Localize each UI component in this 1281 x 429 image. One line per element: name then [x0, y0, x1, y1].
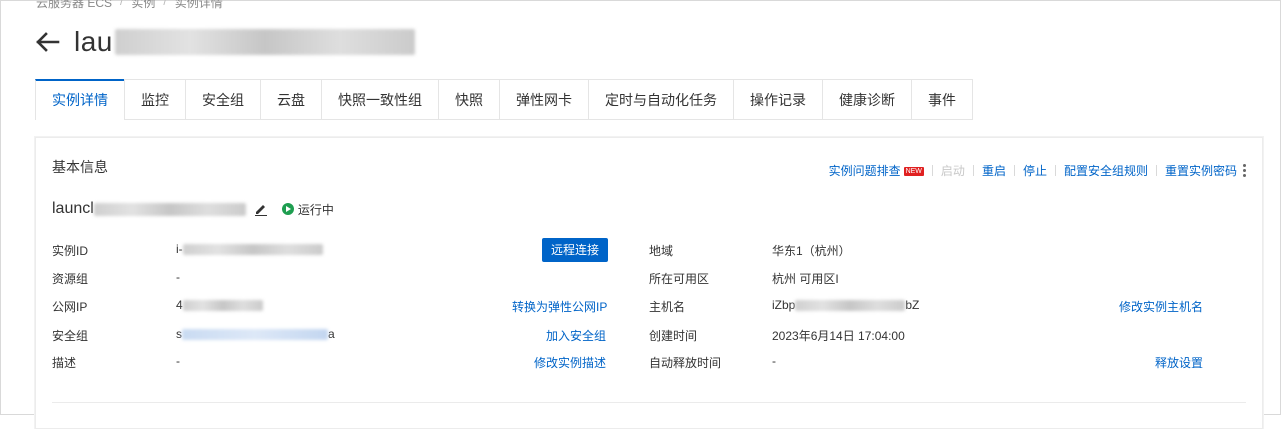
breadcrumb-item[interactable]: 云服务器 ECS	[36, 0, 112, 11]
hostname-value: iZbp bZ	[772, 298, 919, 312]
breadcrumb: 云服务器 ECS / 实例 / 实例详情	[36, 0, 223, 11]
hostname-prefix: iZbp	[772, 298, 796, 312]
auto-release-value: -	[772, 354, 776, 368]
public-ip-value: 4	[176, 298, 263, 312]
resource-group-value: -	[176, 270, 180, 284]
running-status-icon	[281, 203, 294, 215]
status-badge: 运行中	[281, 201, 334, 218]
remote-connect-button[interactable]: 远程连接	[542, 238, 608, 262]
convert-to-eip-link[interactable]: 转换为弹性公网IP	[512, 298, 607, 315]
edit-description-link[interactable]: 修改实例描述	[534, 354, 606, 371]
troubleshoot-label: 实例问题排查	[828, 164, 901, 178]
tab-snapshot-consistency-groups[interactable]: 快照一致性组	[321, 79, 438, 119]
breadcrumb-item[interactable]: 实例	[131, 0, 155, 11]
tab-operation-logs[interactable]: 操作记录	[733, 79, 822, 119]
release-settings-link[interactable]: 释放设置	[1155, 354, 1203, 371]
tab-monitoring[interactable]: 监控	[124, 79, 185, 119]
start-button: 启动	[940, 164, 965, 178]
more-vertical-icon[interactable]	[1243, 164, 1246, 177]
tab-bar: 实例详情 监控 安全组 云盘 快照一致性组 快照 弹性网卡 定时与自动化任务 操…	[35, 79, 973, 120]
divider	[931, 165, 933, 176]
breadcrumb-separator: /	[163, 0, 167, 8]
join-security-group-link[interactable]: 加入安全组	[546, 327, 606, 344]
action-bar: 实例问题排查 NEW 启动 重启 停止 配置安全组规则 重置实例密码	[829, 162, 1246, 179]
zone-value: 杭州 可用区I	[772, 272, 839, 286]
edit-pencil-icon[interactable]	[254, 202, 268, 216]
zone-label: 所在可用区	[649, 272, 710, 286]
section-title: 基本信息	[52, 159, 108, 175]
tab-security-groups[interactable]: 安全组	[185, 79, 260, 119]
tab-scheduled-tasks[interactable]: 定时与自动化任务	[588, 79, 733, 119]
troubleshoot-link[interactable]: 实例问题排查 NEW	[829, 162, 924, 179]
instance-name-row: launcl 运行中	[52, 200, 334, 218]
breadcrumb-item: 实例详情	[174, 0, 223, 10]
breadcrumb-separator: /	[120, 0, 124, 8]
resource-group-label: 资源组	[52, 272, 89, 286]
redacted-instance-id	[182, 244, 323, 256]
security-group-label: 安全组	[52, 329, 89, 343]
hostname-label: 主机名	[649, 300, 686, 314]
tab-snapshots[interactable]: 快照	[438, 79, 499, 119]
tab-events[interactable]: 事件	[911, 79, 973, 119]
redacted-instance-name	[93, 202, 246, 216]
tab-instance-details[interactable]: 实例详情	[35, 79, 124, 120]
page-title: lau	[74, 26, 113, 57]
redacted-security-group	[182, 329, 328, 341]
tab-disks[interactable]: 云盘	[260, 79, 321, 119]
tab-health-diagnosis[interactable]: 健康诊断	[822, 79, 911, 119]
new-badge: NEW	[903, 167, 924, 177]
instance-id-prefix: i-	[176, 242, 183, 256]
edit-hostname-link[interactable]: 修改实例主机名	[1119, 298, 1203, 315]
back-arrow-icon[interactable]	[34, 30, 64, 54]
security-group-suffix: a	[328, 327, 335, 341]
divider	[972, 165, 974, 176]
region-label: 地域	[649, 244, 674, 258]
section-divider	[52, 402, 1246, 403]
configure-sg-rules-link[interactable]: 配置安全组规则	[1064, 162, 1148, 179]
stop-button[interactable]: 停止	[1023, 162, 1047, 179]
public-ip-label: 公网IP	[52, 300, 88, 314]
hostname-suffix: bZ	[905, 298, 920, 312]
description-label: 描述	[52, 356, 77, 370]
status-text: 运行中	[297, 202, 334, 217]
basic-info-panel: 基本信息 实例问题排查 NEW 启动 重启 停止 配置安全组规则 重置实例密码 l…	[35, 137, 1263, 429]
instance-id-label: 实例ID	[52, 244, 89, 258]
description-value: -	[176, 354, 180, 368]
region-value: 华东1（杭州）	[772, 244, 851, 258]
created-time-value: 2023年6月14日 17:04:00	[772, 329, 905, 343]
redacted-title	[114, 29, 415, 55]
divider	[1155, 165, 1157, 176]
tab-eni[interactable]: 弹性网卡	[499, 79, 588, 119]
auto-release-label: 自动释放时间	[649, 356, 722, 370]
divider	[1013, 165, 1015, 176]
redacted-public-ip	[182, 300, 263, 312]
divider	[1054, 165, 1056, 176]
instance-id-value: i-	[176, 242, 323, 256]
security-group-value[interactable]: sa	[176, 327, 335, 341]
redacted-hostname	[795, 300, 906, 312]
public-ip-prefix: 4	[176, 298, 183, 312]
reset-password-link[interactable]: 重置实例密码	[1165, 162, 1237, 179]
page-header: lau	[34, 26, 415, 58]
instance-name: launcl	[52, 200, 94, 217]
created-time-label: 创建时间	[649, 329, 698, 343]
restart-button[interactable]: 重启	[982, 162, 1006, 179]
